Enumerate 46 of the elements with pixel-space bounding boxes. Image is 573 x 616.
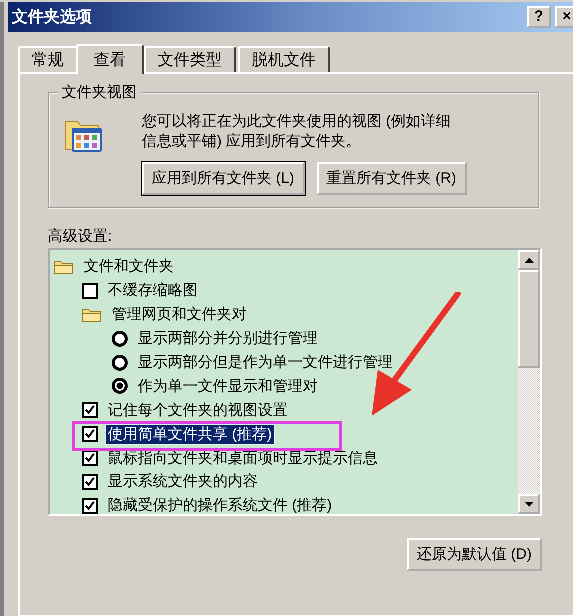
close-button[interactable]: × (555, 6, 573, 28)
checkmark-icon (84, 428, 96, 440)
option-label[interactable]: 记住每个文件夹的视图设置 (106, 400, 290, 420)
checkbox[interactable] (82, 474, 98, 490)
tab[interactable]: 文件类型 (144, 46, 236, 72)
window-title: 文件夹选项 (12, 7, 92, 28)
option-label[interactable]: 不缓存缩略图 (106, 281, 200, 300)
help-button[interactable]: ? (527, 6, 551, 28)
checkmark-icon (84, 476, 96, 488)
caret-down-icon (524, 502, 534, 506)
checkbox[interactable] (82, 498, 98, 514)
option-label[interactable]: 显示系统文件夹的内容 (106, 472, 260, 492)
scroll-thumb[interactable] (518, 270, 540, 368)
option-label[interactable]: 作为单一文件显示和管理对 (136, 376, 320, 396)
tab[interactable]: 常规 (18, 46, 78, 72)
option-label[interactable]: 使用简单文件共享 (推荐) (106, 424, 274, 444)
folder-label: 管理网页和文件夹对 (111, 305, 248, 324)
option-label[interactable]: 鼠标指向文件夹和桌面项时显示提示信息 (106, 448, 380, 468)
section-label: 高级设置: (48, 227, 114, 246)
option-label[interactable]: 显示两部分并分别进行管理 (136, 329, 320, 348)
tab[interactable]: 查看 (76, 44, 144, 74)
checkbox[interactable] (82, 450, 98, 466)
folder-icon (82, 306, 102, 323)
checkbox[interactable] (82, 402, 98, 418)
radio-button[interactable] (112, 354, 128, 370)
caret-up-icon (524, 258, 534, 262)
radio-button[interactable] (112, 378, 128, 394)
option-label[interactable]: 显示两部分但是作为单一文件进行管理 (136, 353, 395, 372)
apply-button[interactable]: 应用到所有文件夹 (L) (142, 162, 304, 195)
tab[interactable]: 脱机文件 (238, 46, 330, 72)
description-text: 您可以将正在为此文件夹使用的视图 (例如详细信息或平铺) 应用到所有文件夹。 (142, 112, 452, 152)
checkbox[interactable] (82, 282, 98, 299)
radio-button[interactable] (112, 330, 128, 347)
restore-defaults-button[interactable]: 还原为默认值 (D) (407, 538, 542, 571)
reset-button[interactable]: 重置所有文件夹 (R) (316, 162, 466, 195)
checkmark-icon (84, 404, 96, 416)
scroll-down-button[interactable] (518, 494, 540, 514)
checkbox[interactable] (82, 426, 98, 442)
scroll-up-button[interactable] (518, 250, 540, 270)
folder-label: 文件和文件夹 (83, 257, 175, 276)
scrollbar[interactable] (518, 250, 540, 514)
checkmark-icon (84, 500, 96, 512)
checkmark-icon (84, 452, 96, 464)
option-label[interactable]: 隐藏受保护的操作系统文件 (推荐) (106, 496, 334, 516)
folder-icon (54, 258, 74, 275)
group-title: 文件夹视图 (58, 83, 141, 102)
